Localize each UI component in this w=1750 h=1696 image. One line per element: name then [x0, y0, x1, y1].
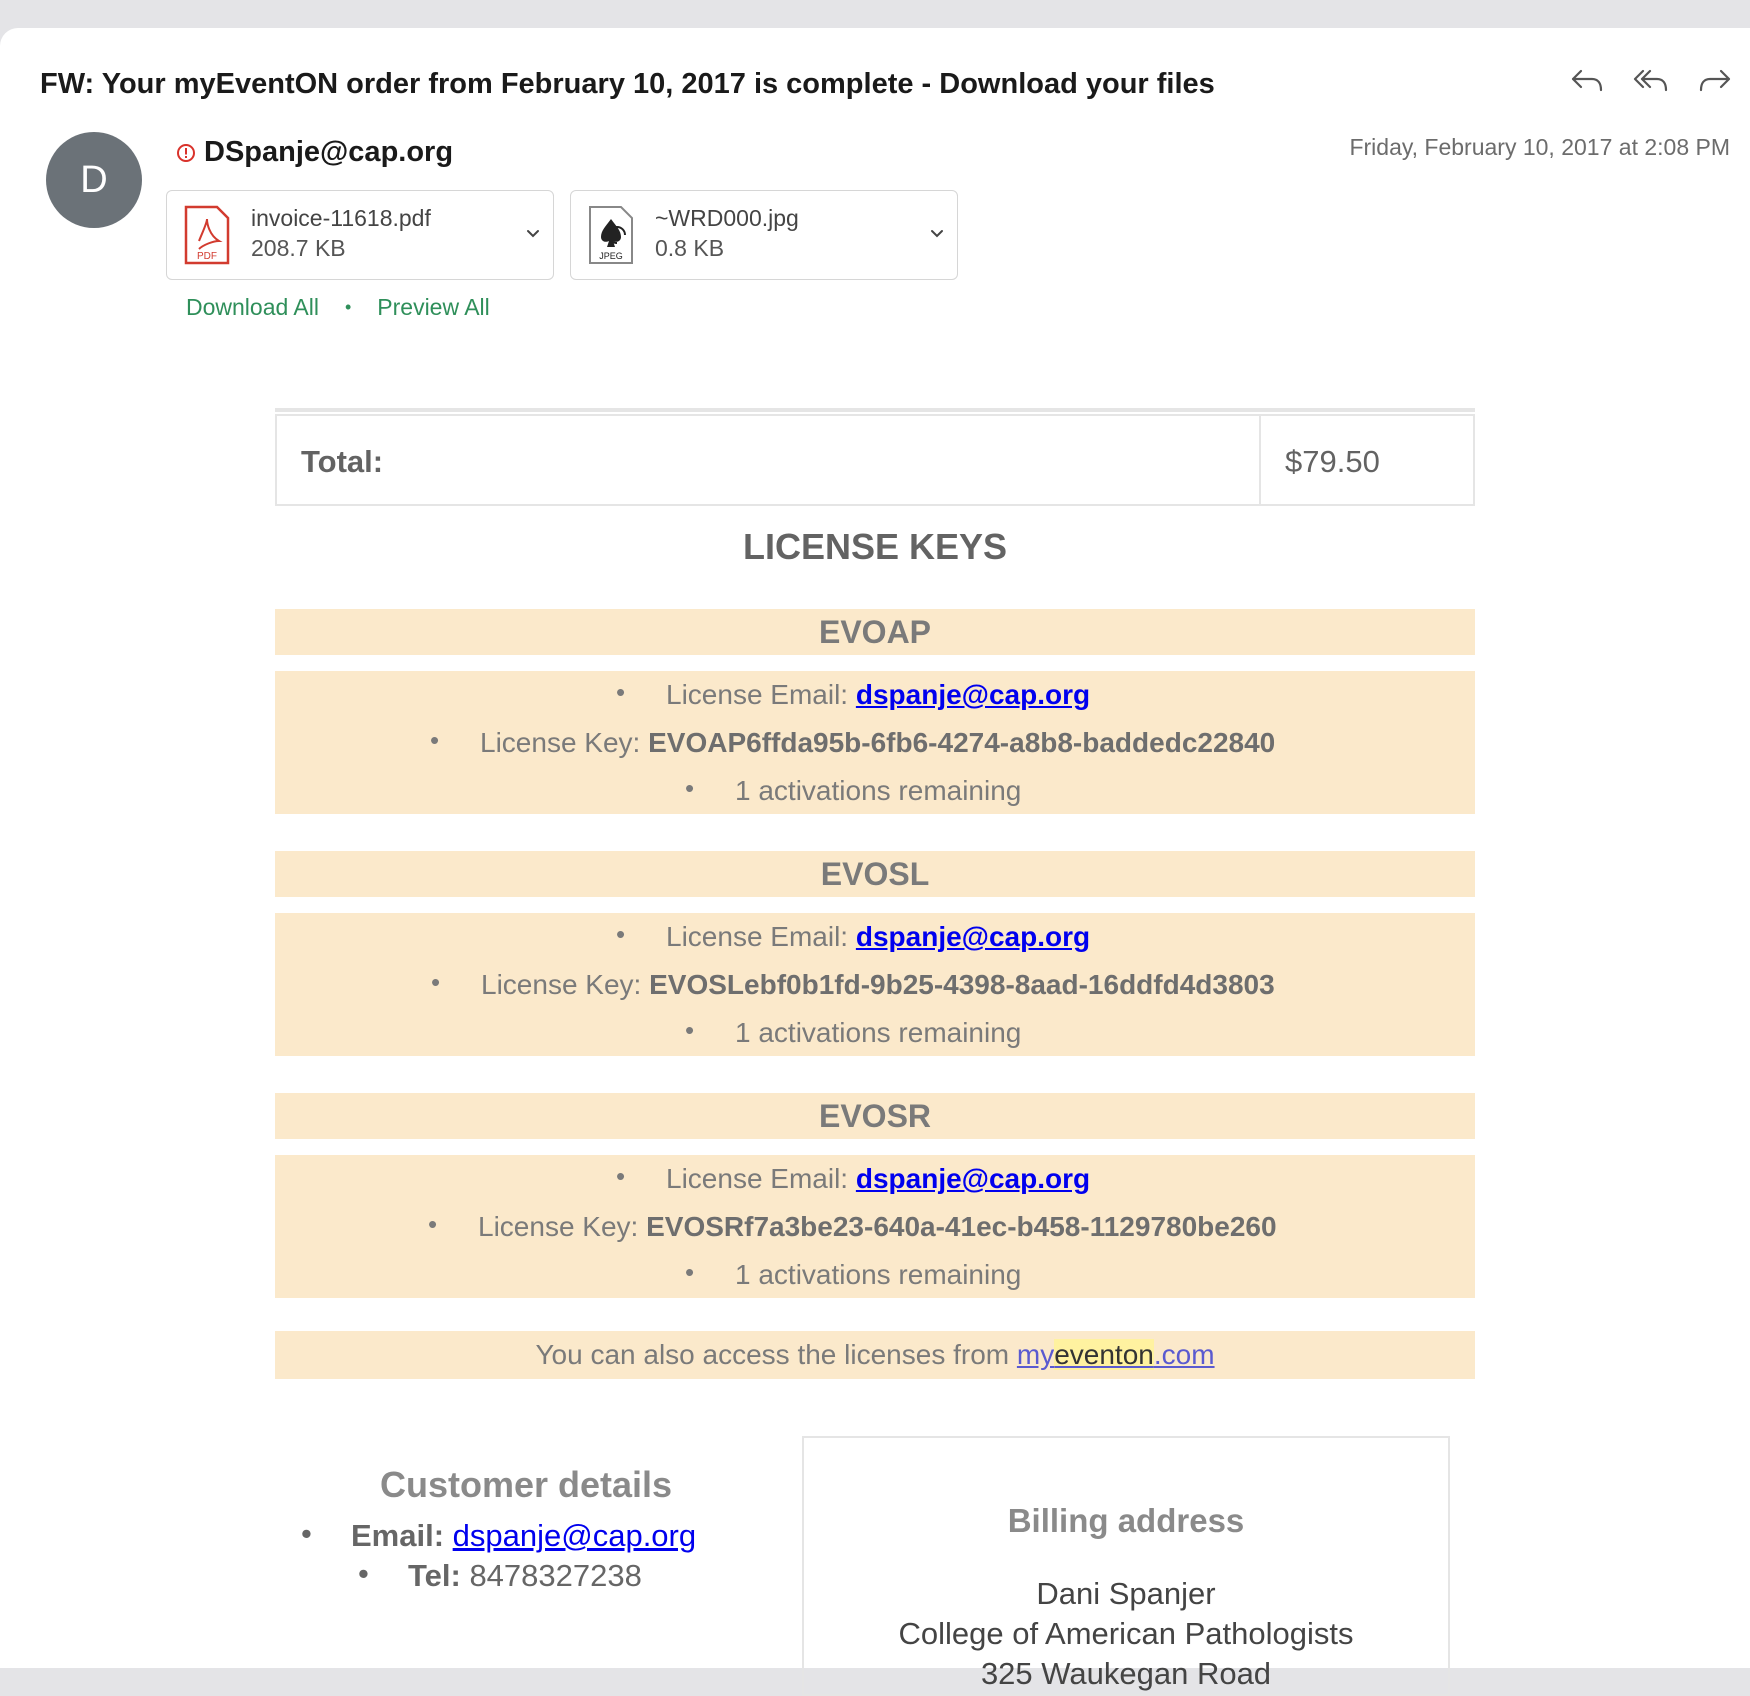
- license-key-value: EVOAP6ffda95b-6fb6-4274-a8b8-baddedc2284…: [648, 727, 1276, 758]
- preview-all-link[interactable]: Preview All: [377, 294, 489, 321]
- email-window: FW: Your myEventON order from February 1…: [0, 28, 1750, 1696]
- license-details-band: • License Email: dspanje@cap.org • License…: [275, 671, 1475, 814]
- message-actions: [1568, 62, 1734, 100]
- customer-email-link[interactable]: dspanje@cap.org: [453, 1518, 696, 1553]
- attachment-name: ~WRD000.jpg: [655, 205, 799, 231]
- billing-organization: College of American Pathologists: [898, 1616, 1354, 1651]
- total-value-cell: $79.50: [1259, 414, 1475, 506]
- table-top-border: [275, 408, 1475, 412]
- access-note-band: You can also access the licenses from my…: [275, 1331, 1475, 1379]
- forward-icon: [1699, 69, 1731, 92]
- attachment-image[interactable]: JPEG ~WRD000.jpg 0.8 KB: [570, 190, 958, 280]
- total-label: Total:: [301, 444, 384, 479]
- chevron-down-icon[interactable]: [925, 221, 949, 245]
- license-key-item: • License Key: EVOAP6ffda95b-6fb6-4274-a8…: [430, 725, 1276, 758]
- attachment-name: invoice-11618.pdf: [251, 205, 431, 231]
- order-total-table: Total: $79.50: [275, 414, 1475, 506]
- license-key-value: EVOSLebf0b1fd-9b25-4398-8aad-16ddfd4d380…: [649, 969, 1275, 1000]
- sender-address[interactable]: DSpanje@cap.org: [204, 136, 453, 169]
- access-note: You can also access the licenses from my…: [535, 1339, 1215, 1370]
- license-email-item: • License Email: dspanje@cap.org: [616, 919, 1091, 952]
- license-email-link[interactable]: dspanje@cap.org: [856, 679, 1090, 710]
- sender-row: DSpanje@cap.org: [176, 136, 453, 169]
- billing-address-title: Billing address: [1007, 1502, 1245, 1539]
- license-product-band: EVOSR: [275, 1093, 1475, 1139]
- attachment-size: 0.8 KB: [655, 235, 725, 261]
- billing-address-box: Billing address Dani Spanjer College of …: [802, 1436, 1450, 1696]
- chevron-down-icon[interactable]: [521, 221, 545, 245]
- license-email-item: • License Email: dspanje@cap.org: [616, 677, 1091, 710]
- reply-button[interactable]: [1568, 62, 1606, 100]
- reply-all-icon: [1633, 69, 1668, 92]
- email-subject: FW: Your myEventON order from February 1…: [40, 68, 1215, 100]
- pdf-file-icon: PDF: [184, 205, 230, 265]
- jpeg-badge: JPEG: [599, 251, 623, 261]
- reply-icon: [1571, 69, 1603, 92]
- customer-email-item: • Email: dspanje@cap.org: [301, 1516, 697, 1553]
- license-keys-title: LICENSE KEYS: [742, 526, 1008, 567]
- email-date: Friday, February 10, 2017 at 2:08 PM: [1349, 134, 1730, 160]
- jpeg-file-icon: JPEG: [589, 206, 633, 264]
- download-all-link[interactable]: Download All: [186, 294, 319, 321]
- total-value: $79.50: [1285, 444, 1380, 479]
- total-label-cell: Total:: [275, 414, 1261, 506]
- license-key-item: • License Key: EVOSRf7a3be23-640a-41ec-b4…: [428, 1209, 1277, 1242]
- license-email-link[interactable]: dspanje@cap.org: [856, 1163, 1090, 1194]
- attachment-size: 208.7 KB: [251, 235, 346, 261]
- license-product-band: EVOAP: [275, 609, 1475, 655]
- myeventon-link[interactable]: myeventon.com: [1017, 1339, 1215, 1370]
- license-key-item: • License Key: EVOSLebf0b1fd-9b25-4398-8a…: [431, 967, 1275, 1000]
- reply-all-button[interactable]: [1632, 62, 1670, 100]
- pdf-badge: PDF: [197, 251, 217, 262]
- license-email-item: • License Email: dspanje@cap.org: [616, 1161, 1091, 1194]
- license-key-value: EVOSRf7a3be23-640a-41ec-b458-1129780be26…: [646, 1211, 1277, 1242]
- license-activations-item: • 1 activations remaining: [685, 773, 1022, 806]
- forward-button[interactable]: [1696, 62, 1734, 100]
- license-product-name: EVOAP: [818, 614, 932, 650]
- warning-icon: [177, 143, 195, 162]
- license-details-band: • License Email: dspanje@cap.org • License…: [275, 1155, 1475, 1298]
- license-details-band: • License Email: dspanje@cap.org • License…: [275, 913, 1475, 1056]
- license-email-link[interactable]: dspanje@cap.org: [856, 921, 1090, 952]
- license-product-name: EVOSR: [818, 1098, 932, 1134]
- customer-tel-item: • Tel: 8478327238: [358, 1556, 642, 1593]
- license-activations-item: • 1 activations remaining: [685, 1015, 1022, 1048]
- license-activations-item: • 1 activations remaining: [685, 1257, 1022, 1290]
- customer-tel-value: 8478327238: [469, 1558, 642, 1593]
- attachment-invoice[interactable]: PDF invoice-11618.pdf 208.7 KB: [166, 190, 554, 280]
- separator-dot: •: [344, 297, 352, 317]
- attachment-actions: Download All • Preview All: [186, 294, 490, 321]
- license-product-name: EVOSL: [820, 856, 930, 892]
- sender-avatar: D: [46, 132, 142, 228]
- license-product-band: EVOSL: [275, 851, 1475, 897]
- billing-name: Dani Spanjer: [1036, 1576, 1216, 1611]
- billing-street: 325 Waukegan Road: [980, 1656, 1272, 1691]
- customer-details-title: Customer details: [380, 1464, 673, 1505]
